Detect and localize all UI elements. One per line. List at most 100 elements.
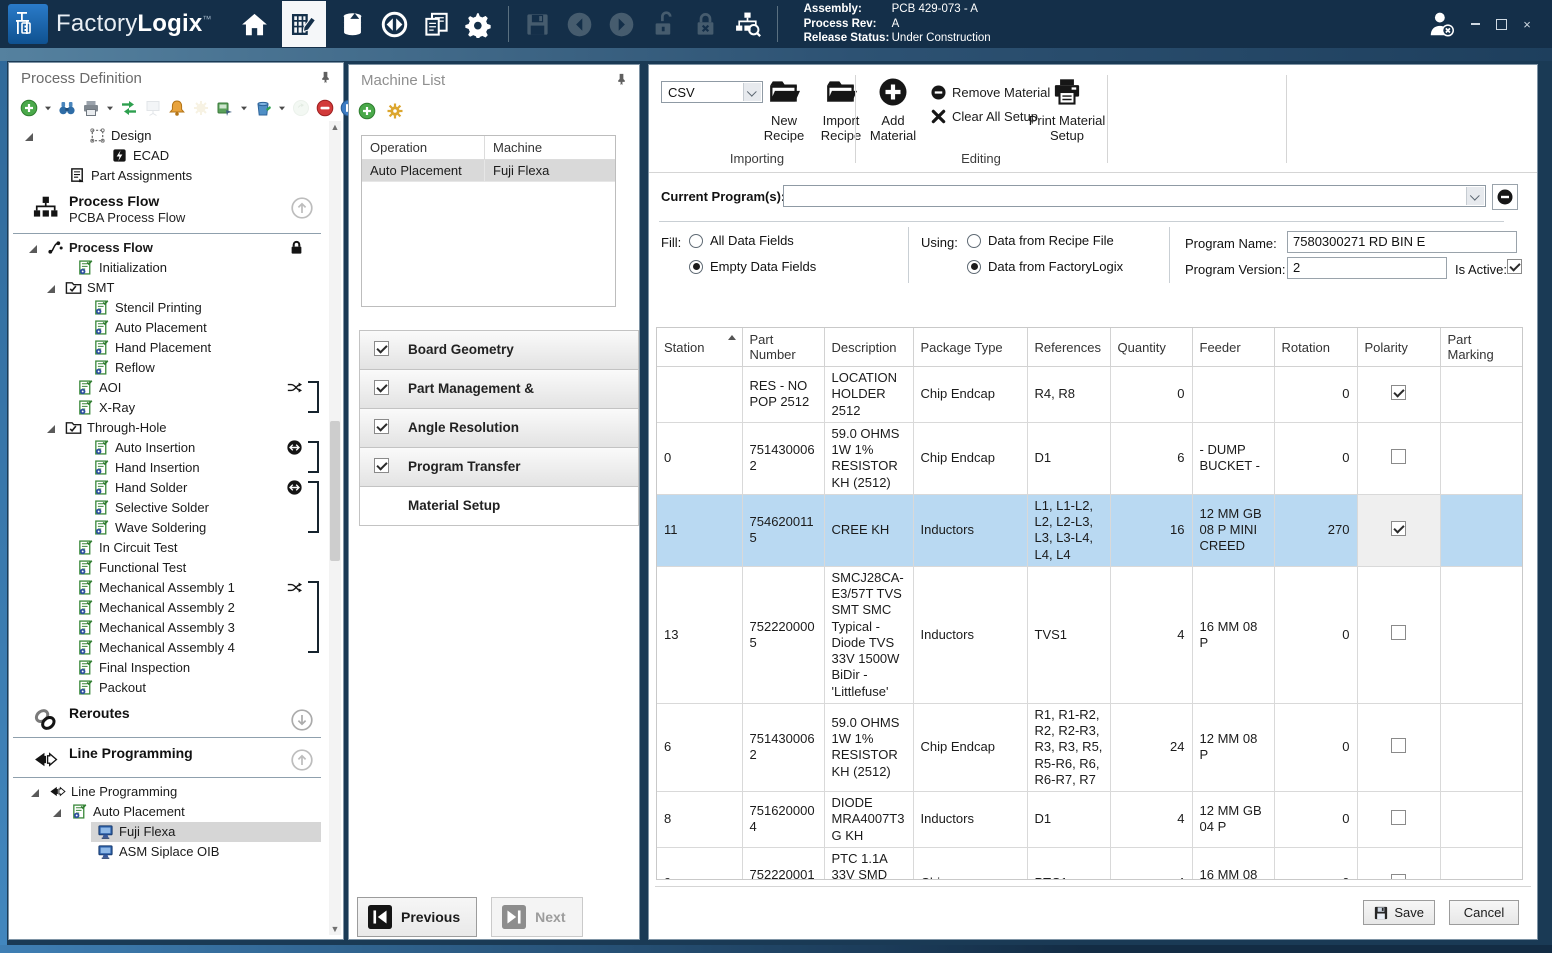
- share-icon[interactable]: [215, 98, 235, 118]
- column-header-description[interactable]: Description: [824, 328, 913, 367]
- material-row[interactable]: 87516200004DIODE MRA4007T3G KHInductorsD…: [657, 792, 1522, 848]
- tree-item-fuji-flexa[interactable]: Fuji Flexa: [11, 822, 327, 842]
- next-button[interactable]: Next: [491, 897, 582, 937]
- user-logout-icon[interactable]: [1422, 4, 1462, 44]
- remove-red-icon[interactable]: [315, 98, 335, 118]
- forward-icon[interactable]: [605, 4, 639, 44]
- tree-scrollbar[interactable]: ▲ ▼: [329, 121, 341, 935]
- column-header-rotation[interactable]: Rotation: [1274, 328, 1357, 367]
- tree-item-hand-placement[interactable]: Hand Placement: [11, 338, 327, 358]
- program-name-input[interactable]: 7580300271 RD BIN E: [1287, 231, 1517, 253]
- documents-icon[interactable]: [420, 4, 454, 44]
- remove-program-button[interactable]: [1492, 184, 1518, 210]
- radio-icon[interactable]: [967, 260, 981, 274]
- new-recipe-button[interactable]: New Recipe: [757, 77, 811, 143]
- process-definition-icon[interactable]: [282, 1, 326, 47]
- add-icon[interactable]: [19, 98, 39, 118]
- navigate-icon[interactable]: [378, 4, 412, 44]
- previous-button[interactable]: Previous: [357, 897, 477, 937]
- fill-option[interactable]: Empty Data Fields: [689, 259, 816, 274]
- tree-item-wave-soldering[interactable]: Wave Soldering: [11, 518, 327, 538]
- step-checkbox[interactable]: [374, 341, 389, 356]
- step-program-transfer[interactable]: Program Transfer: [359, 447, 639, 487]
- radio-icon[interactable]: [689, 260, 703, 274]
- using-option[interactable]: Data from Recipe File: [967, 233, 1114, 248]
- delete-icon[interactable]: [253, 98, 273, 118]
- polarity-checkbox[interactable]: [1391, 521, 1406, 536]
- back-icon[interactable]: [563, 4, 597, 44]
- materials-icon[interactable]: [336, 4, 370, 44]
- find-icon[interactable]: [57, 98, 77, 118]
- polarity-checkbox[interactable]: [1391, 385, 1406, 400]
- flow-search-icon[interactable]: [731, 4, 765, 44]
- tree-item-x-ray[interactable]: X-Ray: [11, 398, 327, 418]
- step-angle-resolution[interactable]: Angle Resolution: [359, 408, 639, 448]
- material-row[interactable]: 117546200115CREE KHInductorsL1, L1-L2, L…: [657, 494, 1522, 566]
- polarity-checkbox[interactable]: [1391, 738, 1406, 753]
- gear-muted-icon[interactable]: [191, 98, 211, 118]
- polarity-checkbox[interactable]: [1391, 874, 1406, 880]
- tree-item-functional-test[interactable]: Functional Test: [11, 558, 327, 578]
- add-material-button[interactable]: Add Material: [863, 77, 923, 143]
- material-row[interactable]: 0751430006259.0 OHMS 1W 1% RESISTOR KH (…: [657, 422, 1522, 494]
- expander-icon[interactable]: [29, 245, 37, 253]
- swap-icon[interactable]: [287, 480, 303, 496]
- circle-up-icon[interactable]: [291, 749, 313, 771]
- close-button[interactable]: ×: [1514, 13, 1540, 35]
- tree-item-ecad[interactable]: ECAD: [11, 146, 327, 166]
- tree-item-mechanical-assembly-1[interactable]: Mechanical Assembly 1: [11, 578, 327, 598]
- board-icon[interactable]: [143, 98, 163, 118]
- step-checkbox[interactable]: [374, 419, 389, 434]
- material-row[interactable]: 6751430006259.0 OHMS 1W 1% RESISTOR KH (…: [657, 703, 1522, 791]
- machine-row[interactable]: Auto PlacementFuji Flexa: [362, 160, 615, 182]
- sync-icon[interactable]: [119, 98, 139, 118]
- current-programs-select[interactable]: [783, 185, 1486, 207]
- tree-item-auto-placement[interactable]: Auto Placement: [11, 318, 327, 338]
- program-version-input[interactable]: 2: [1287, 257, 1447, 279]
- tree-item-in-circuit-test[interactable]: In Circuit Test: [11, 538, 327, 558]
- using-option[interactable]: Data from FactoryLogix: [967, 259, 1123, 274]
- shuffle-icon[interactable]: [287, 580, 303, 596]
- column-header-package-type[interactable]: Package Type: [913, 328, 1027, 367]
- column-header-references[interactable]: References: [1027, 328, 1110, 367]
- circle-down-icon[interactable]: [291, 709, 313, 731]
- column-header-quantity[interactable]: Quantity: [1110, 328, 1192, 367]
- expander-icon[interactable]: [31, 789, 39, 797]
- caret-icon[interactable]: [239, 98, 249, 118]
- print-material-setup-button[interactable]: Print Material Setup: [1019, 77, 1115, 143]
- tree-item-reflow[interactable]: Reflow: [11, 358, 327, 378]
- shuffle-icon[interactable]: [287, 380, 303, 396]
- tree-item-part-assignments[interactable]: Part Assignments: [11, 166, 327, 186]
- caret-icon[interactable]: [105, 98, 115, 118]
- bell-icon[interactable]: [167, 98, 187, 118]
- save-icon[interactable]: [521, 4, 555, 44]
- polarity-checkbox[interactable]: [1391, 810, 1406, 825]
- gear-gold-icon[interactable]: [385, 101, 405, 121]
- format-select[interactable]: CSV: [661, 81, 763, 103]
- is-active-checkbox[interactable]: [1507, 259, 1522, 274]
- tree-item-hand-solder[interactable]: Hand Solder: [11, 478, 327, 498]
- lock-x-icon[interactable]: [689, 4, 723, 44]
- unlock-icon[interactable]: [647, 4, 681, 44]
- radio-icon[interactable]: [967, 234, 981, 248]
- tree-item-stencil-printing[interactable]: Stencil Printing: [11, 298, 327, 318]
- step-part-management-troubleshooting[interactable]: Part Management & Troubleshooting: [359, 369, 639, 409]
- column-header-part-marking[interactable]: Part Marking: [1440, 328, 1522, 367]
- refresh-muted-icon[interactable]: [291, 98, 311, 118]
- settings-gear-icon[interactable]: [462, 4, 496, 44]
- section-line-programming[interactable]: Line Programming: [11, 743, 327, 773]
- section-reroutes[interactable]: Reroutes: [11, 703, 327, 733]
- polarity-checkbox[interactable]: [1391, 625, 1406, 640]
- tree-item-line-programming[interactable]: Line Programming: [11, 782, 327, 802]
- tree-item-selective-solder[interactable]: Selective Solder: [11, 498, 327, 518]
- column-header-feeder[interactable]: Feeder: [1192, 328, 1274, 367]
- save-button[interactable]: Save: [1363, 900, 1435, 925]
- step-board-geometry[interactable]: Board Geometry: [359, 330, 639, 370]
- polarity-checkbox[interactable]: [1391, 449, 1406, 464]
- print-icon[interactable]: [81, 98, 101, 118]
- swap-icon[interactable]: [287, 440, 303, 456]
- expander-icon[interactable]: [53, 809, 61, 817]
- pin-icon[interactable]: [319, 71, 333, 85]
- tree-item-mechanical-assembly-2[interactable]: Mechanical Assembly 2: [11, 598, 327, 618]
- scroll-thumb[interactable]: [330, 421, 340, 561]
